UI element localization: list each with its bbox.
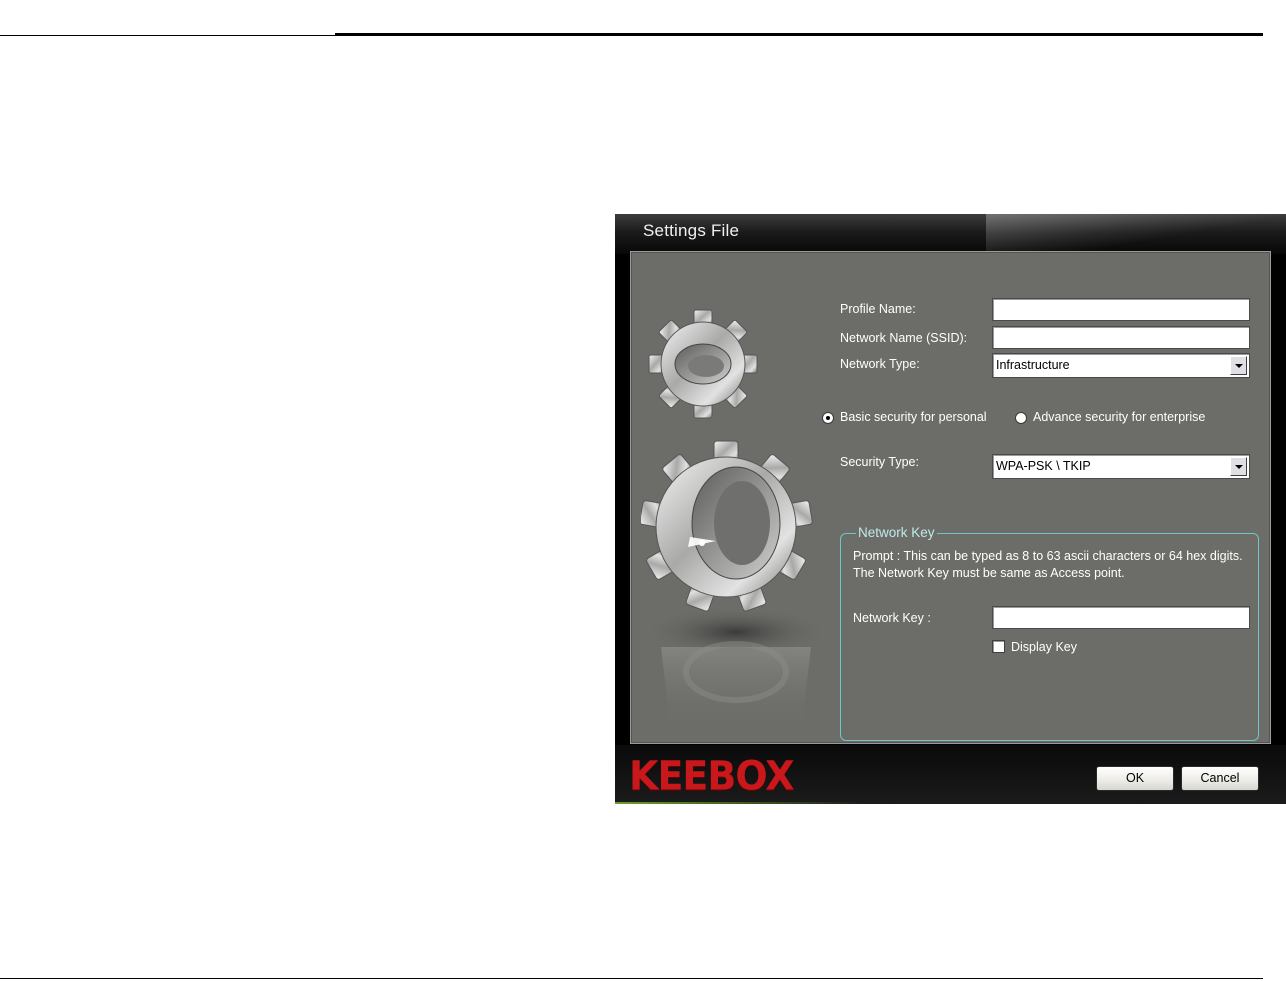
dialog-title: Settings File — [643, 221, 740, 240]
basic-security-label[interactable]: Basic security for personal — [840, 410, 987, 424]
ssid-label: Network Name (SSID): — [840, 331, 968, 345]
header-rule-thin — [0, 35, 335, 36]
header-rule-thick — [335, 33, 1263, 36]
network-key-legend: Network Key — [856, 525, 937, 540]
dropdown-arrow-icon[interactable] — [1230, 356, 1247, 375]
dropdown-arrow-icon[interactable] — [1230, 457, 1247, 476]
security-type-select[interactable]: WPA-PSK \ TKIP — [992, 454, 1250, 479]
network-key-label: Network Key : — [853, 611, 931, 625]
cancel-button[interactable]: Cancel — [1181, 766, 1259, 791]
gears-illustration-icon — [641, 309, 831, 732]
titlebar-sheen — [986, 214, 1286, 254]
display-key-label[interactable]: Display Key — [1011, 640, 1077, 654]
settings-panel: Profile Name: Network Name (SSID): Netwo… — [630, 251, 1271, 744]
advanced-security-label[interactable]: Advance security for enterprise — [1033, 410, 1205, 424]
basic-security-radio[interactable] — [822, 412, 834, 424]
profile-name-label: Profile Name: — [840, 302, 916, 316]
network-type-select[interactable]: Infrastructure — [992, 353, 1250, 378]
footer-accent-line — [615, 802, 865, 804]
network-type-label: Network Type: — [840, 357, 920, 371]
display-key-checkbox[interactable] — [992, 640, 1005, 653]
network-key-prompt: Prompt : This can be typed as 8 to 63 as… — [853, 549, 1243, 580]
network-key-input[interactable] — [992, 606, 1250, 629]
network-type-value: Infrastructure — [996, 358, 1070, 372]
dialog-titlebar[interactable]: Settings File — [615, 214, 1286, 254]
profile-name-input[interactable] — [992, 298, 1250, 321]
ok-button[interactable]: OK — [1096, 766, 1174, 791]
ssid-input[interactable] — [992, 326, 1250, 349]
advanced-security-radio[interactable] — [1015, 412, 1027, 424]
footer-rule — [0, 978, 1263, 979]
security-type-value: WPA-PSK \ TKIP — [996, 459, 1091, 473]
settings-file-dialog: Settings File Profile Name: Network Name… — [615, 214, 1286, 804]
document-page: Settings File Profile Name: Network Name… — [0, 0, 1286, 981]
keebox-logo: KEEBOX — [629, 752, 795, 800]
security-type-label: Security Type: — [840, 455, 919, 469]
